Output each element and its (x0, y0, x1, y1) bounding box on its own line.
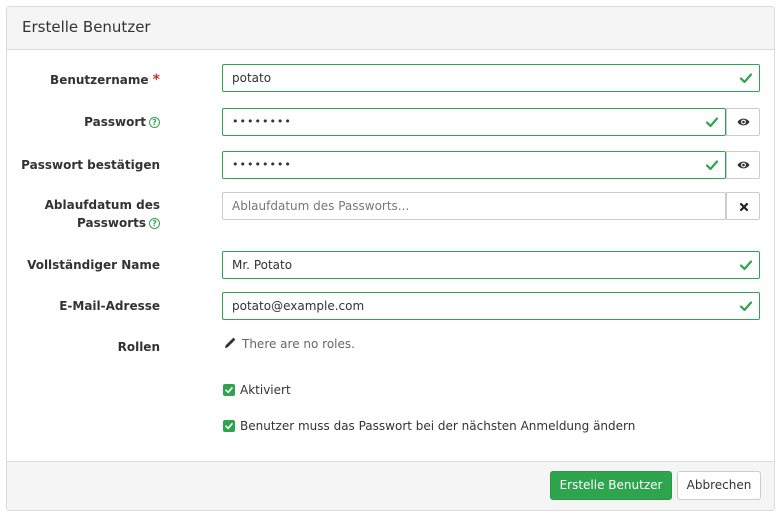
email-value: potato@example.com (232, 299, 365, 313)
password-label-text: Passwort (84, 115, 146, 129)
required-indicator: * (152, 72, 160, 88)
password-input[interactable]: •••••••• (222, 108, 726, 136)
times-icon (739, 202, 749, 212)
panel-header: Erstelle Benutzer (7, 7, 774, 50)
password-expiry-label: Ablaufdatum des Passworts? (10, 196, 160, 232)
password-expiry-input[interactable]: Ablaufdatum des Passworts... (222, 192, 726, 220)
create-user-button[interactable]: Erstelle Benutzer (550, 471, 672, 500)
question-circle-icon[interactable]: ? (149, 117, 160, 128)
reveal-password-button[interactable] (726, 108, 760, 136)
password-label: Passwort? (10, 113, 160, 131)
roles-field: There are no roles. (224, 337, 355, 351)
username-value: potato (232, 71, 272, 85)
eye-icon (737, 118, 750, 126)
full-name-value: Mr. Potato (232, 258, 293, 272)
reveal-password-confirm-button[interactable] (726, 151, 760, 179)
enabled-checkbox[interactable] (223, 384, 235, 396)
panel-title: Erstelle Benutzer (22, 18, 151, 36)
check-icon (225, 423, 233, 430)
create-user-form-panel: Erstelle Benutzer Benutzername * potato … (6, 6, 775, 511)
check-icon (739, 301, 753, 312)
password-confirm-value: •••••••• (232, 158, 292, 171)
password-confirm-label-text: Passwort bestätigen (21, 158, 160, 172)
roles-label-text: Rollen (117, 340, 160, 354)
password-change-required-checkbox[interactable] (223, 420, 235, 432)
full-name-label-text: Vollständiger Name (27, 258, 160, 272)
email-input[interactable]: potato@example.com (222, 292, 760, 320)
clear-expiry-button[interactable] (726, 192, 760, 220)
roles-label: Rollen (10, 338, 160, 356)
check-icon (705, 117, 719, 128)
full-name-label: Vollständiger Name (10, 256, 160, 274)
check-icon (705, 160, 719, 171)
email-label: E-Mail-Adresse (10, 297, 160, 315)
username-label: Benutzername * (10, 71, 160, 89)
eye-icon (737, 161, 750, 169)
check-icon (225, 387, 233, 394)
username-label-text: Benutzername (50, 73, 149, 87)
panel-footer: Erstelle Benutzer Abbrechen (7, 461, 774, 510)
question-circle-icon[interactable]: ? (149, 218, 160, 229)
pencil-icon[interactable] (224, 337, 236, 349)
password-confirm-input[interactable]: •••••••• (222, 151, 726, 179)
check-icon (739, 73, 753, 84)
enabled-checkbox-label[interactable]: Aktiviert (240, 383, 291, 397)
password-expiry-label-line2: Passworts (77, 216, 146, 230)
cancel-button[interactable]: Abbrechen (677, 471, 761, 500)
username-input[interactable]: potato (222, 64, 760, 92)
roles-empty-text: There are no roles. (242, 337, 355, 351)
full-name-input[interactable]: Mr. Potato (222, 251, 760, 279)
password-confirm-label: Passwort bestätigen (10, 156, 160, 174)
password-value: •••••••• (232, 115, 292, 128)
password-change-required-checkbox-label[interactable]: Benutzer muss das Passwort bei der nächs… (240, 419, 635, 433)
email-label-text: E-Mail-Adresse (59, 299, 160, 313)
password-expiry-placeholder: Ablaufdatum des Passworts... (232, 199, 410, 213)
password-expiry-label-line1: Ablaufdatum des (44, 198, 160, 212)
check-icon (739, 260, 753, 271)
